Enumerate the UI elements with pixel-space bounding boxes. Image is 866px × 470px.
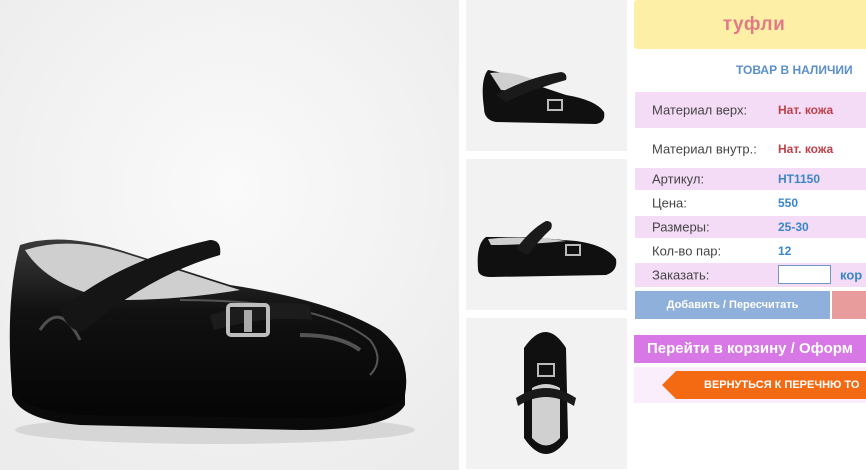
spec-row-article: Артикул: HT1150: [635, 168, 866, 190]
spec-value: 550: [778, 196, 799, 210]
spec-value: Нат. кожа: [778, 142, 834, 156]
spec-value: 25-30: [778, 220, 809, 234]
spec-row-sizes: Размеры: 25-30: [635, 216, 866, 238]
spec-label: Размеры:: [652, 219, 710, 235]
order-label: Заказать:: [652, 267, 710, 283]
spec-label: Артикул:: [652, 171, 705, 187]
spec-label: Кол-во пар:: [652, 243, 722, 259]
thumbnail-2[interactable]: [466, 159, 627, 310]
spec-label: Материал внутр.:: [652, 141, 757, 157]
spec-row-price: Цена: 550: [635, 192, 866, 214]
spec-label: Цена:: [652, 195, 687, 211]
go-to-cart-button[interactable]: Перейти в корзину / Оформ: [634, 335, 866, 363]
spec-value: 12: [778, 244, 792, 258]
product-title: туфли: [722, 14, 786, 35]
spec-value: HT1150: [778, 172, 821, 186]
spec-row-pairs: Кол-во пар: 12: [635, 240, 866, 262]
spec-row-material-inner: Материал внутр.: Нат. кожа: [635, 131, 866, 167]
stock-status: ТОВАР В НАЛИЧИИ: [736, 63, 853, 77]
thumbnail-3[interactable]: [466, 318, 627, 469]
product-title-box: туфли: [634, 0, 866, 49]
back-button-area: ВЕРНУТЬСЯ К ПЕРЕЧНЮ ТО: [634, 367, 866, 403]
product-main-image: [0, 0, 459, 470]
order-quantity-input[interactable]: [778, 265, 831, 284]
add-recalculate-button[interactable]: Добавить / Пересчитать: [635, 291, 830, 319]
secondary-button[interactable]: [832, 291, 866, 319]
order-row: Заказать: кор: [635, 263, 866, 287]
spec-value: Нат. кожа: [778, 103, 834, 117]
spec-row-material-top: Материал верх: Нат. кожа: [635, 92, 866, 128]
back-to-list-button[interactable]: ВЕРНУТЬСЯ К ПЕРЕЧНЮ ТО: [662, 371, 866, 399]
order-unit: кор: [840, 267, 863, 283]
thumbnail-1[interactable]: [466, 0, 627, 151]
spec-label: Материал верх:: [652, 102, 748, 118]
